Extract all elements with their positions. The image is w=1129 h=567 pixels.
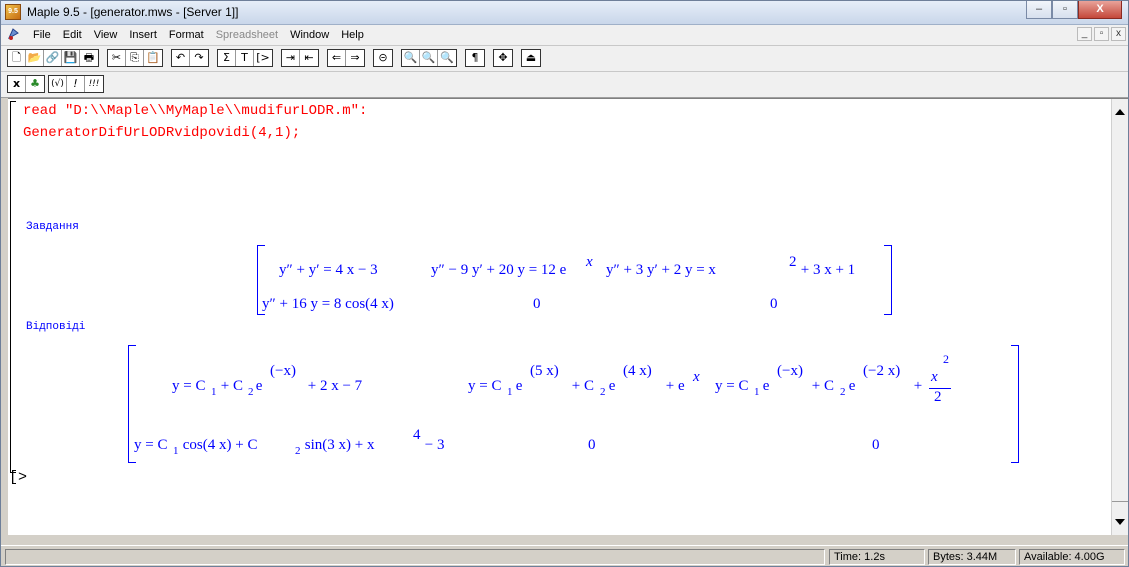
maple-window: 9.5 Maple 9.5 - [generator.mws - [Server… (0, 0, 1129, 567)
task-2: y″ − 9 y′ + 20 y = 12 e (431, 262, 567, 278)
indent-icon[interactable]: ⇥ (282, 50, 300, 66)
task-6: 0 (770, 296, 778, 312)
document-controls: _ ▫ x (1077, 27, 1126, 41)
task-4: y″ + 16 y = 8 cos(4 x) (262, 296, 394, 312)
copy-icon[interactable]: ⎘ (126, 50, 144, 66)
context-group-2: (√) ! !!! (48, 75, 104, 93)
stop-icon[interactable]: ⊝ (374, 50, 392, 66)
execution-group-icon[interactable]: [> (254, 50, 272, 66)
main-toolbar: 🗋 📂 🔗 💾 🖶 ✂ ⎘ 📋 ↶ ↷ Σ T [> ⇥ ⇤ ⇐ ⇒ ⊝ 🔍 🔍 🔍 ¶ ✥ ⏏ (1, 46, 1128, 72)
doc-restore-button[interactable]: ▫ (1094, 27, 1109, 41)
context-toolbar: x ♣ (√) ! !!! (1, 72, 1128, 98)
maple-app-icon[interactable]: 9.5 (5, 4, 21, 20)
math-input-icon[interactable]: Σ (218, 50, 236, 66)
restart-icon[interactable]: ⏏ (522, 50, 540, 66)
toolbar-group-5: ⇥ ⇤ (281, 49, 319, 67)
save-icon[interactable]: 💾 (62, 50, 80, 66)
scroll-down-icon[interactable] (1115, 519, 1125, 525)
status-time: Time: 1.2s (829, 549, 925, 565)
open-url-icon[interactable]: 🔗 (44, 50, 62, 66)
toolbar-group-7: ⊝ (373, 49, 393, 67)
text-input-icon[interactable]: T (236, 50, 254, 66)
answers-label: Відповіді (26, 321, 86, 333)
menu-items: File Edit View Insert Format Spreadsheet Windo… (27, 28, 370, 42)
toolbar-group-3: ↶ ↷ (171, 49, 209, 67)
scroll-thumb[interactable] (1112, 501, 1128, 508)
worksheet-menu-icon[interactable] (6, 27, 21, 42)
task-3-exponent: 2 (789, 254, 797, 270)
menu-file[interactable]: File (27, 28, 57, 42)
maximize-button[interactable]: ▫ (1052, 1, 1078, 19)
window-title: Maple 9.5 - [generator.mws - [Server 1]] (27, 5, 239, 19)
answers-matrix-right-bracket (1011, 345, 1019, 463)
context-group-1: x ♣ (7, 75, 45, 93)
back-icon[interactable]: ⇐ (328, 50, 346, 66)
show-markers-icon[interactable]: ¶ (466, 50, 484, 66)
undo-icon[interactable]: ↶ (172, 50, 190, 66)
answer-5: 0 (588, 437, 596, 453)
menu-spreadsheet[interactable]: Spreadsheet (210, 28, 284, 42)
toolbar-group-1: 🗋 📂 🔗 💾 🖶 (7, 49, 99, 67)
execution-group-bracket[interactable] (10, 101, 16, 473)
toolbar-group-11: ⏏ (521, 49, 541, 67)
input-prompt[interactable]: [> (9, 469, 27, 486)
window-controls: – ▫ X (1026, 1, 1122, 21)
zoom-medium-icon[interactable]: 🔍 (420, 50, 438, 66)
task-5: 0 (533, 296, 541, 312)
maple-leaf-icon[interactable]: ♣ (26, 76, 44, 92)
task-3-tail: + 3 x + 1 (797, 262, 856, 278)
toolbar-group-6: ⇐ ⇒ (327, 49, 365, 67)
correct-syntax-icon[interactable]: (√) (49, 76, 67, 92)
outdent-icon[interactable]: ⇤ (300, 50, 318, 66)
tasks-label: Завдання (26, 221, 79, 233)
new-icon[interactable]: 🗋 (8, 50, 26, 66)
toolbar-group-4: Σ T [> (217, 49, 273, 67)
text-mode-icon[interactable]: x (8, 76, 26, 92)
menu-window[interactable]: Window (284, 28, 335, 42)
zoom-small-icon[interactable]: 🔍 (402, 50, 420, 66)
cut-icon[interactable]: ✂ (108, 50, 126, 66)
title-bar[interactable]: 9.5 Maple 9.5 - [generator.mws - [Server… (1, 1, 1128, 25)
toolbar-group-8: 🔍 🔍 🔍 (401, 49, 457, 67)
input-line-2[interactable]: GeneratorDifUrLODRvidpovidi(4,1); (23, 125, 300, 141)
zoom-large-icon[interactable]: 🔍 (438, 50, 456, 66)
execute-icon[interactable]: ! (67, 76, 85, 92)
minimize-button[interactable]: – (1026, 1, 1052, 19)
doc-close-button[interactable]: x (1111, 27, 1126, 41)
task-3: y″ + 3 y′ + 2 y = x (606, 262, 716, 278)
status-message-area (5, 549, 825, 565)
task-2-exponent: x (586, 254, 593, 270)
scroll-up-icon[interactable] (1115, 109, 1125, 115)
toolbar-group-9: ¶ (465, 49, 485, 67)
forward-icon[interactable]: ⇒ (346, 50, 364, 66)
menu-help[interactable]: Help (335, 28, 370, 42)
input-line-1[interactable]: read "D:\\Maple\\MyMaple\\mudifurLODR.m"… (23, 103, 367, 119)
menu-format[interactable]: Format (163, 28, 210, 42)
task-1: y″ + y′ = 4 x − 3 (279, 262, 378, 278)
paste-icon[interactable]: 📋 (144, 50, 162, 66)
worksheet[interactable]: read "D:\\Maple\\MyMaple\\mudifurLODR.m"… (8, 98, 1128, 535)
toolbar-group-10: ✥ (493, 49, 513, 67)
doc-minimize-button[interactable]: _ (1077, 27, 1092, 41)
menu-view[interactable]: View (88, 28, 124, 42)
menu-insert[interactable]: Insert (123, 28, 163, 42)
print-icon[interactable]: 🖶 (80, 50, 98, 66)
open-icon[interactable]: 📂 (26, 50, 44, 66)
expand-icon[interactable]: ✥ (494, 50, 512, 66)
menu-edit[interactable]: Edit (57, 28, 88, 42)
vertical-scrollbar[interactable] (1111, 99, 1128, 535)
menu-bar: File Edit View Insert Format Spreadsheet Windo… (1, 25, 1128, 46)
status-available: Available: 4.00G (1019, 549, 1125, 565)
toolbar-group-2: ✂ ⎘ 📋 (107, 49, 163, 67)
close-button[interactable]: X (1078, 1, 1122, 19)
answer-6: 0 (872, 437, 880, 453)
tasks-matrix-right-bracket (884, 245, 892, 315)
execute-all-icon[interactable]: !!! (85, 76, 103, 92)
status-bytes: Bytes: 3.44M (928, 549, 1016, 565)
status-bar: Time: 1.2s Bytes: 3.44M Available: 4.00G (1, 545, 1128, 566)
redo-icon[interactable]: ↷ (190, 50, 208, 66)
